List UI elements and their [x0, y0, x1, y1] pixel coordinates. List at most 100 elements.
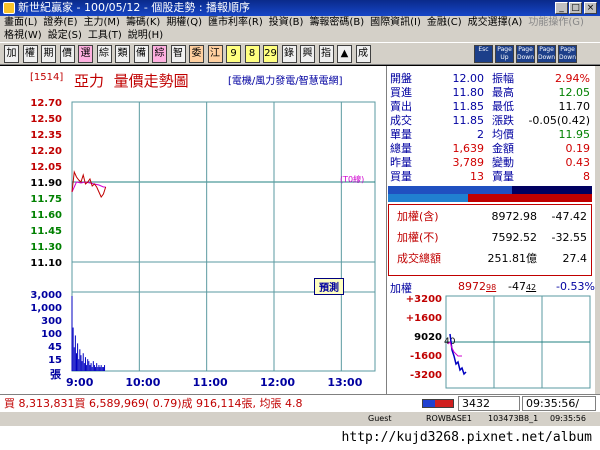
- toolbar-button[interactable]: 9: [226, 45, 241, 63]
- menu-item[interactable]: 證券(E): [43, 17, 77, 28]
- time-tick-label: 10:00: [125, 376, 160, 389]
- toolbar-button[interactable]: 智: [170, 45, 186, 63]
- menu-item[interactable]: 成交選擇(A): [468, 17, 523, 28]
- toolbar-button[interactable]: ▲: [337, 45, 352, 63]
- quote-label: 開盤: [390, 72, 412, 85]
- menu-item[interactable]: 功能操作(G): [528, 17, 584, 28]
- quote-panel: 開盤 12.00 振幅 2.94% 買進 11.80 最高 12.05 賣出 11.85 最低 11.…: [386, 66, 595, 394]
- menu-item[interactable]: 設定(S): [48, 30, 82, 41]
- index-row: 加權(含) 8972.98 -47.42: [391, 210, 591, 224]
- quote-value: 2: [477, 128, 484, 141]
- toolbar-nav-button[interactable]: Page Up: [495, 45, 514, 63]
- mini-tick-label: +3200: [406, 294, 442, 305]
- volume-tick-label: 15: [48, 355, 62, 366]
- quote-row: 成交 11.85 漲跌 -0.05(0.42): [388, 114, 590, 128]
- menu-item[interactable]: 說明(H): [128, 30, 163, 41]
- menu-item[interactable]: 工具(T): [88, 30, 122, 41]
- bid-ask-ratio-bar: [388, 186, 592, 202]
- menu-item[interactable]: 金融(C): [427, 17, 462, 28]
- menu-item[interactable]: 期權(Q): [166, 17, 202, 28]
- reference-line-label: (T0線): [340, 175, 365, 184]
- toolbar-button[interactable]: 備: [133, 45, 149, 63]
- toolbar-nav-button[interactable]: Page Down: [558, 45, 577, 63]
- index-value: 8972.98: [491, 210, 538, 223]
- maximize-button[interactable]: □: [569, 2, 582, 14]
- toolbar-nav-button[interactable]: Esc: [474, 45, 493, 63]
- price-tick-label: 11.10: [30, 258, 62, 269]
- mini-index-value: 897298: [458, 280, 497, 293]
- toolbar-button[interactable]: 權: [22, 45, 38, 63]
- app-icon: [3, 2, 15, 14]
- stock-code-input[interactable]: 3432: [458, 396, 520, 411]
- menu-item[interactable]: 籌報密碼(B): [309, 17, 364, 28]
- clock-display: 09:35:56/: [522, 396, 596, 411]
- toolbar-button[interactable]: 成: [355, 45, 371, 63]
- status-bar: 買 8,313,831買 6,589,969( 0.79)成 916,114張,…: [0, 394, 600, 412]
- toolbar-button[interactable]: 江: [207, 45, 223, 63]
- mini-tick-label: -1600: [410, 351, 442, 362]
- volume-tick-label: 100: [41, 329, 62, 340]
- price-tick-label: 12.50: [30, 114, 62, 125]
- mini-index-chart[interactable]: +3200+16009020-1600-320040: [388, 294, 593, 390]
- quote-value: 11.95: [558, 128, 591, 141]
- menu-item[interactable]: 格視(W): [4, 30, 42, 41]
- menu-item[interactable]: 投資(B): [269, 17, 304, 28]
- toolbar-button[interactable]: 興: [300, 45, 315, 63]
- sell-ratio-fill: [388, 194, 468, 202]
- mini-tick-label: -3200: [410, 370, 442, 381]
- quote-value: 11.85: [452, 114, 485, 127]
- price-tick-label: 12.20: [30, 146, 62, 157]
- quote-label: 成交: [390, 114, 412, 127]
- toolbar-button[interactable]: 價: [59, 45, 75, 63]
- session-label: ROWBASE1: [426, 414, 472, 423]
- quote-label: 最高: [492, 86, 514, 99]
- minimize-button[interactable]: _: [555, 2, 568, 14]
- menu-item[interactable]: 籌碼(K): [126, 17, 160, 28]
- index-change: -32.55: [551, 231, 587, 244]
- index-summary-box: 加權(含) 8972.98 -47.42 加權(不) 7592.52 -32.55 成交總額…: [388, 204, 592, 276]
- bottom-clock: 09:35:56: [550, 414, 586, 423]
- menu-item[interactable]: 匯市利率(R): [208, 17, 263, 28]
- toolbar-nav-button[interactable]: Page Down: [516, 45, 535, 63]
- time-tick-label: 9:00: [66, 376, 94, 389]
- index-label: 加權(含): [397, 210, 439, 223]
- index-row: 成交總額 251.81億 27.4: [391, 252, 591, 266]
- price-tick-label: 11.75: [30, 194, 62, 205]
- menu-item[interactable]: 主力(M): [84, 17, 120, 28]
- toolbar-button[interactable]: 期: [41, 45, 56, 63]
- price-chart-panel: [1514] 亞力 量價走勢圖 [電機/風力發電/智慧電網] 12.70 12.5…: [0, 66, 386, 394]
- quote-label: 最低: [492, 100, 514, 113]
- quote-row: 總量 1,639 金額 0.19: [388, 142, 590, 156]
- menu-row-secondary: 格視(W) 設定(S) 工具(T) 說明(H): [4, 29, 169, 42]
- forecast-badge[interactable]: 預測: [314, 278, 344, 295]
- toolbar-button[interactable]: 指: [318, 45, 334, 63]
- quote-value: 8: [583, 170, 590, 183]
- price-tick-label: 11.30: [30, 242, 62, 253]
- intraday-chart[interactable]: 12.70 12.50 12.35 12.20 12.05 11.90 11.75 11.60…: [0, 66, 386, 394]
- volume-tick-label: 300: [41, 316, 62, 327]
- index-label: 成交總額: [397, 252, 441, 265]
- toolbar-button[interactable]: 類: [115, 45, 130, 63]
- toolbar-button[interactable]: 綜: [96, 45, 112, 63]
- build-label: 103473B8_1: [488, 414, 539, 423]
- toolbar-button[interactable]: 選: [78, 45, 93, 63]
- toolbar-nav-button[interactable]: Page Down: [537, 45, 556, 63]
- close-button[interactable]: ×: [584, 2, 597, 14]
- index-value: 7592.52: [491, 231, 538, 244]
- mini-index-pct: -0.53%: [556, 280, 595, 293]
- menu-item[interactable]: 畫面(L): [4, 17, 37, 28]
- toolbar-button[interactable]: 綜: [152, 45, 167, 63]
- quote-value: 12.00: [452, 72, 485, 85]
- vertical-scrollbar[interactable]: [595, 66, 600, 394]
- menu-bar: 畫面(L) 證券(E) 主力(M) 籌碼(K) 期權(Q) 匯市利率(R) 投資(B) 籌報密…: [0, 16, 600, 42]
- time-tick-label: 11:00: [193, 376, 228, 389]
- toolbar-button[interactable]: 委: [189, 45, 204, 63]
- menu-item[interactable]: 國際資訊(I): [370, 17, 421, 28]
- toolbar-button[interactable]: 加: [4, 45, 19, 63]
- toolbar: 加權期價選綜類備綜智委江 9 8 29 錄興指 ▲ 成 Esc Page Up Page Down…: [0, 42, 600, 65]
- price-tick-label: 12.05: [30, 162, 62, 173]
- toolbar-button[interactable]: 29: [263, 45, 278, 63]
- toolbar-button[interactable]: 錄: [281, 45, 297, 63]
- toolbar-button[interactable]: 8: [244, 45, 260, 63]
- bottom-info-bar: Guest ROWBASE1 103473B8_1 09:35:56: [0, 412, 600, 426]
